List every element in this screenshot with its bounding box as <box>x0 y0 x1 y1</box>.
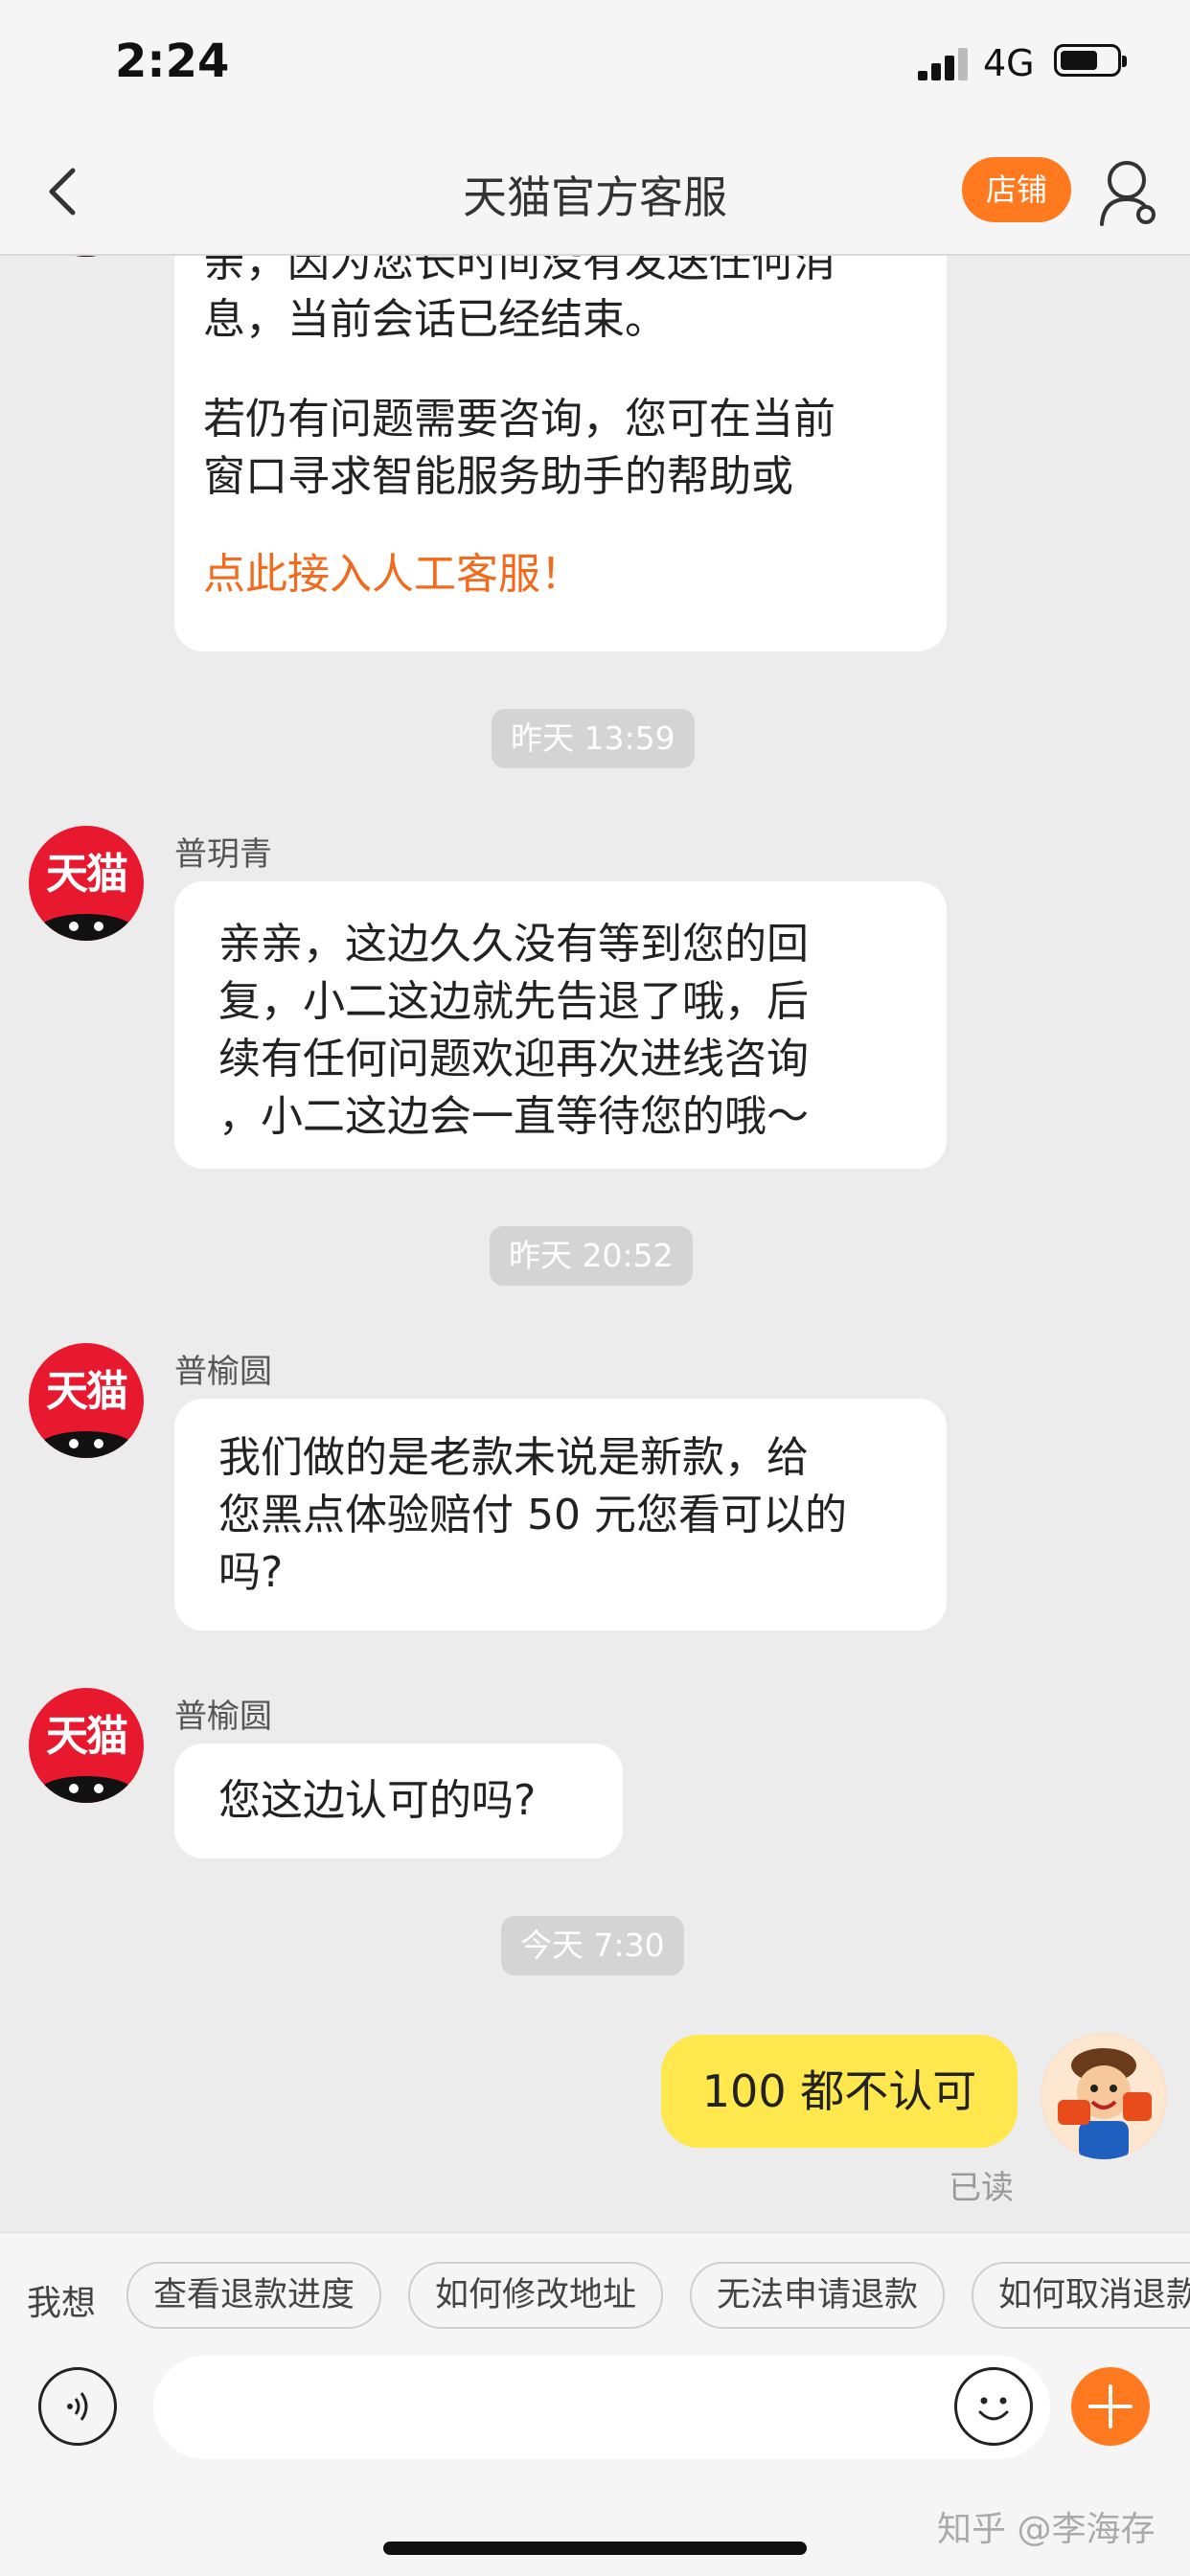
message-bubble[interactable]: 亲亲，这边久久没有等到您的回 复，小二这边就先告退了哦，后 续有任何问题欢迎再次… <box>174 881 947 1169</box>
cat-eye <box>69 1784 79 1793</box>
message-text: 您这边认可的吗? <box>218 1776 537 1825</box>
quick-reply-chip[interactable]: 如何取消退款 <box>972 2262 1190 2329</box>
clock: 2:24 <box>115 34 230 88</box>
more-button[interactable] <box>1071 2367 1150 2446</box>
message-input[interactable] <box>153 2356 1050 2459</box>
voice-input-button[interactable] <box>38 2367 117 2446</box>
emoji-button[interactable] <box>954 2367 1033 2446</box>
quick-reply-chip[interactable]: 如何修改地址 <box>408 2262 664 2329</box>
tmall-logo: 天猫 <box>46 850 128 899</box>
sender-name: 普榆圆 <box>174 1353 272 1391</box>
watermark: 知乎 @李海存 <box>937 2510 1156 2549</box>
chat-area[interactable]: 亲，因为您长时间没有发送任何消 息，当前会话已经结束。 若仍有问题需要咨询，您可… <box>0 0 1190 2232</box>
message-text: 若仍有问题需要咨询，您可在当前 <box>203 395 835 444</box>
status-bar: 2:24 4G <box>0 0 1190 134</box>
tmall-logo: 天猫 <box>46 1367 128 1416</box>
home-indicator[interactable] <box>383 2542 807 2555</box>
own-message-bubble[interactable]: 100 都不认可 <box>661 2035 1018 2148</box>
cat-eye <box>94 922 103 931</box>
message-text: 续有任何问题欢迎再次进线咨询 <box>218 1035 809 1083</box>
message-text: 您黑点体验赔付 50 元您看可以的 <box>218 1491 847 1539</box>
signal-icon <box>918 46 972 80</box>
timestamp: 昨天 13:59 <box>492 709 695 768</box>
timestamp: 今天 7:30 <box>501 1916 684 1975</box>
tmall-logo: 天猫 <box>46 1712 128 1761</box>
message-bubble[interactable]: 亲，因为您长时间没有发送任何消 息，当前会话已经结束。 若仍有问题需要咨询，您可… <box>174 220 947 651</box>
nav-bar: 天猫官方客服 店铺 <box>0 134 1190 256</box>
input-area: 我想 查看退款进度 如何修改地址 无法申请退款 如何取消退款 知乎 @李海存 <box>0 2232 1190 2576</box>
battery-icon <box>1054 44 1127 77</box>
cat-eye <box>69 922 79 931</box>
smiley-icon <box>978 2397 1009 2421</box>
cat-eye <box>94 1439 103 1448</box>
cartoon-avatar-icon <box>1042 2035 1165 2159</box>
message-bubble[interactable]: 我们做的是老款未说是新款，给 您黑点体验赔付 50 元您看可以的 吗? <box>174 1399 947 1630</box>
voice-icon <box>67 2392 88 2421</box>
network-type: 4G <box>983 42 1035 84</box>
cat-eye <box>94 1784 103 1793</box>
message-bubble[interactable]: 您这边认可的吗? <box>174 1744 623 1858</box>
user-settings-icon[interactable] <box>1098 157 1159 228</box>
user-avatar[interactable] <box>1041 2033 1167 2159</box>
message-text: 窗口寻求智能服务助手的帮助或 <box>203 452 793 501</box>
cat-silhouette <box>38 1776 134 1803</box>
cat-silhouette <box>38 1431 134 1458</box>
plus-icon <box>1088 2384 1133 2428</box>
cat-silhouette <box>38 914 134 941</box>
agent-avatar[interactable]: 天猫 <box>29 1343 144 1458</box>
agent-avatar[interactable]: 天猫 <box>29 1688 144 1803</box>
message-text: 亲亲，这边久久没有等到您的回 <box>218 920 809 969</box>
human-agent-link[interactable]: 点此接入人工客服！ <box>203 546 918 604</box>
agent-avatar[interactable]: 天猫 <box>29 826 144 941</box>
quick-reply-chip[interactable]: 查看退款进度 <box>126 2262 382 2329</box>
read-receipt: 已读 <box>949 2169 1014 2207</box>
message-text: 100 都不认可 <box>701 2065 977 2117</box>
sender-name: 普榆圆 <box>174 1698 272 1736</box>
quick-reply-chip[interactable]: 无法申请退款 <box>690 2262 946 2329</box>
message-text: 复，小二这边就先告退了哦，后 <box>218 977 809 1026</box>
sender-name: 普玥青 <box>174 835 272 874</box>
quick-reply-list: 查看退款进度 如何修改地址 无法申请退款 如何取消退款 <box>126 2262 1190 2331</box>
quick-reply-label: 我想 <box>27 2284 97 2323</box>
timestamp: 昨天 20:52 <box>490 1226 693 1286</box>
cat-eye <box>69 1439 79 1448</box>
message-text: 吗? <box>218 1548 284 1597</box>
message-text: 我们做的是老款未说是新款，给 <box>218 1433 809 1482</box>
message-text: 息，当前会话已经结束。 <box>203 295 667 344</box>
store-button[interactable]: 店铺 <box>962 157 1071 222</box>
message-text: ，小二这边会一直等待您的哦～ <box>218 1092 809 1141</box>
